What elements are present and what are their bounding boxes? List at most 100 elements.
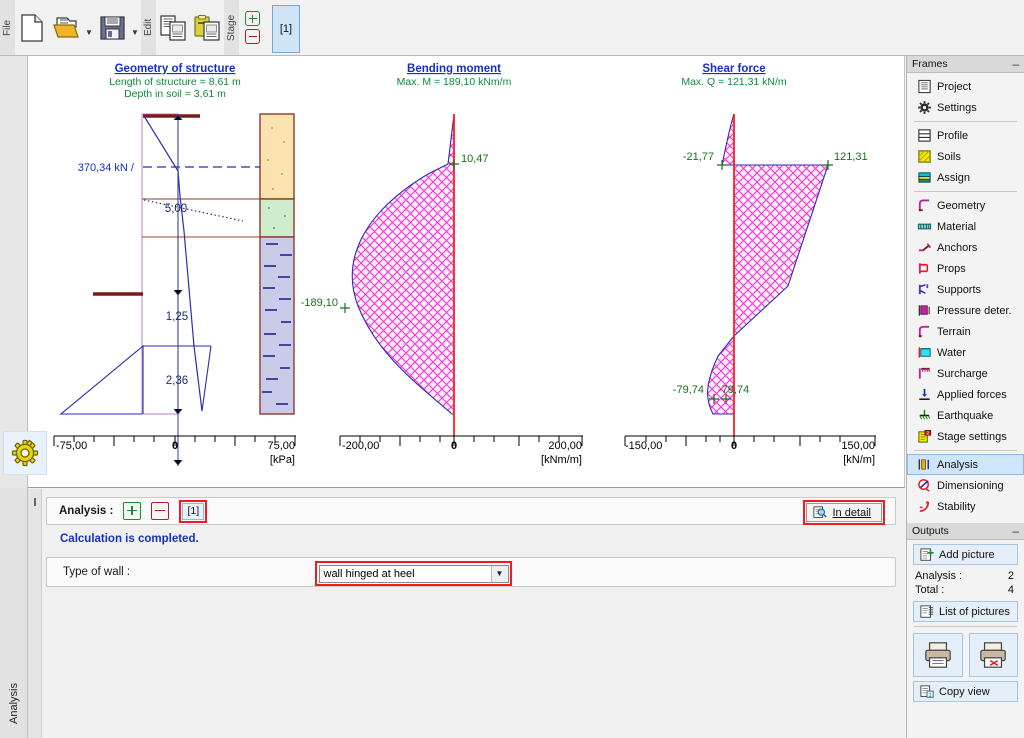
list-of-pictures-button[interactable]: List of pictures [913,601,1018,622]
dimensioning-icon [918,479,930,492]
sidebar-item-earthquake[interactable]: Earthquake [907,405,1024,426]
bending-title: Bending moment [407,63,501,75]
shear-area-top-negative [721,113,735,166]
shear-area-bottom-negative [707,334,735,415]
stage-tab-1[interactable]: [1] [272,5,300,53]
shear-label-max: 121,31 [834,151,868,163]
sidebar-item-label: Soils [937,150,961,163]
outputs-total-value: 4 [1007,584,1014,596]
shear-label-bottom-b: -79,74 [718,384,749,396]
add-stage-icon[interactable] [245,11,260,26]
add-analysis-button[interactable] [123,502,142,520]
in-detail-button[interactable]: In detail [806,503,882,522]
soil-layer-3 [259,236,295,415]
sidebar-item-label: Applied forces [937,388,1007,401]
project-icon [918,79,931,94]
sidebar-item-applied-forces[interactable]: Applied forces [907,384,1024,405]
view-settings-button[interactable] [3,431,47,475]
save-file-dropdown-arrow[interactable]: ▼ [129,5,141,51]
save-file-button[interactable] [95,5,129,51]
wall-type-label: Type of wall : [63,566,131,578]
open-file-button[interactable] [49,5,83,51]
sidebar-item-label: Pressure deter. [937,304,1012,317]
print-preview-button[interactable] [968,633,1018,677]
copy-button[interactable] [156,5,190,51]
sidebar-item-label: Surcharge [937,367,988,380]
geometry-dim-label-1: 5,00 [165,203,187,215]
toolbar-group-file: File ▼ ▼ [0,0,141,55]
sidebar-item-stage-settings[interactable]: 2 Stage settings [907,426,1024,447]
calculation-status-text: Calculation is completed. [60,533,199,545]
sidebar-item-pressure-deter[interactable]: Pressure deter. [907,300,1024,321]
props-icon [918,263,929,274]
sidebar-item-label: Dimensioning [937,479,1004,492]
save-file-icon [99,15,125,40]
sidebar-item-geometry[interactable]: Geometry [907,195,1024,216]
remove-stage-icon[interactable] [245,29,260,44]
sidebar-item-supports[interactable]: Supports [907,279,1024,300]
sidebar-item-profile[interactable]: Profile [907,125,1024,146]
sidebar-item-soils[interactable]: Soils [907,146,1024,167]
add-picture-button[interactable]: Add picture [913,544,1018,565]
analysis-stage-row: Analysis : [1] In detail [46,497,896,525]
toolbar-group-edit-caption: Edit [141,0,156,55]
frames-nav-list: Project Settings Profile Soils Assign Geometr… [907,73,1024,519]
sidebar-item-assign[interactable]: Assign [907,167,1024,188]
shear-area-positive [733,164,829,338]
copy-view-label: Copy view [939,685,990,698]
list-of-pictures-label: List of pictures [939,605,1010,618]
frames-collapse-button[interactable]: – [1012,58,1019,70]
wall-type-select[interactable]: wall hinged at heel ▼ [318,564,509,583]
add-picture-icon [920,547,934,561]
analysis-stage-chip[interactable]: [1] [182,502,205,520]
analysis-row-label: Analysis : [59,505,114,517]
remove-analysis-button[interactable] [151,502,170,520]
new-file-button[interactable] [15,5,49,51]
outputs-panel-title: Outputs [912,525,949,537]
sidebar-item-material[interactable]: Material [907,216,1024,237]
shear-axis-tick-max: 150,00 [841,440,875,452]
gear-icon [11,439,39,467]
sidebar-item-label: Profile [937,129,969,142]
copy-view-button[interactable]: 1 Copy view [913,681,1018,702]
printer-icon [924,642,951,668]
bending-axis-unit: [kNm/m] [541,454,582,466]
sidebar-item-surcharge[interactable]: Surcharge [907,363,1024,384]
svg-text:2: 2 [926,430,929,435]
sidebar-item-stability[interactable]: Stability [907,496,1024,517]
panel-resize-grip[interactable] [28,489,42,738]
sidebar-item-dimensioning[interactable]: Dimensioning [907,475,1024,496]
sidebar-item-analysis[interactable]: Analysis [907,454,1024,475]
sidebar-item-project[interactable]: Project [907,76,1024,97]
geometry-subtitle-2: Depth in soil = 3,61 m [124,88,226,100]
sidebar-item-water[interactable]: Water [907,342,1024,363]
sidebar-item-settings[interactable]: Settings [907,97,1024,118]
left-tab-analysis[interactable]: Analysis [0,488,28,738]
sidebar-item-label: Water [937,346,966,359]
chart-bending-moment: Bending moment Max. M = 189,10 kNm/m 10,… [301,63,583,466]
geometry-axis-tick-min: -75,00 [56,440,87,452]
chart-geometry-of-structure: Geometry of structure Length of structur… [53,63,296,466]
frames-panel-title: Frames [912,58,948,70]
bending-axis-tick-max: 200,00 [548,440,582,452]
sidebar-item-props[interactable]: Props [907,258,1024,279]
sidebar-item-terrain[interactable]: Terrain [907,321,1024,342]
chevron-down-icon[interactable]: ▼ [490,565,508,582]
soils-icon [918,150,931,163]
wall-body [141,113,179,415]
diagram-canvas[interactable]: Geometry of structure Length of structur… [28,56,905,488]
geometry-title: Geometry of structure [115,63,236,75]
assign-icon [918,172,931,183]
sidebar-item-anchors[interactable]: Anchors [907,237,1024,258]
paste-button[interactable] [190,5,224,51]
toolbar-group-stage: Stage [1] [224,0,302,55]
shear-subtitle: Max. Q = 121,31 kN/m [681,76,787,88]
print-button[interactable] [913,633,963,677]
bending-subtitle: Max. M = 189,10 kNm/m [397,76,512,88]
analysis-stage-chip-highlight: [1] [179,499,208,523]
outputs-collapse-button[interactable]: – [1012,525,1019,537]
svg-text:1: 1 [929,692,932,698]
sidebar-item-label: Assign [937,171,971,184]
open-file-dropdown-arrow[interactable]: ▼ [83,5,95,51]
shear-title: Shear force [702,63,765,75]
